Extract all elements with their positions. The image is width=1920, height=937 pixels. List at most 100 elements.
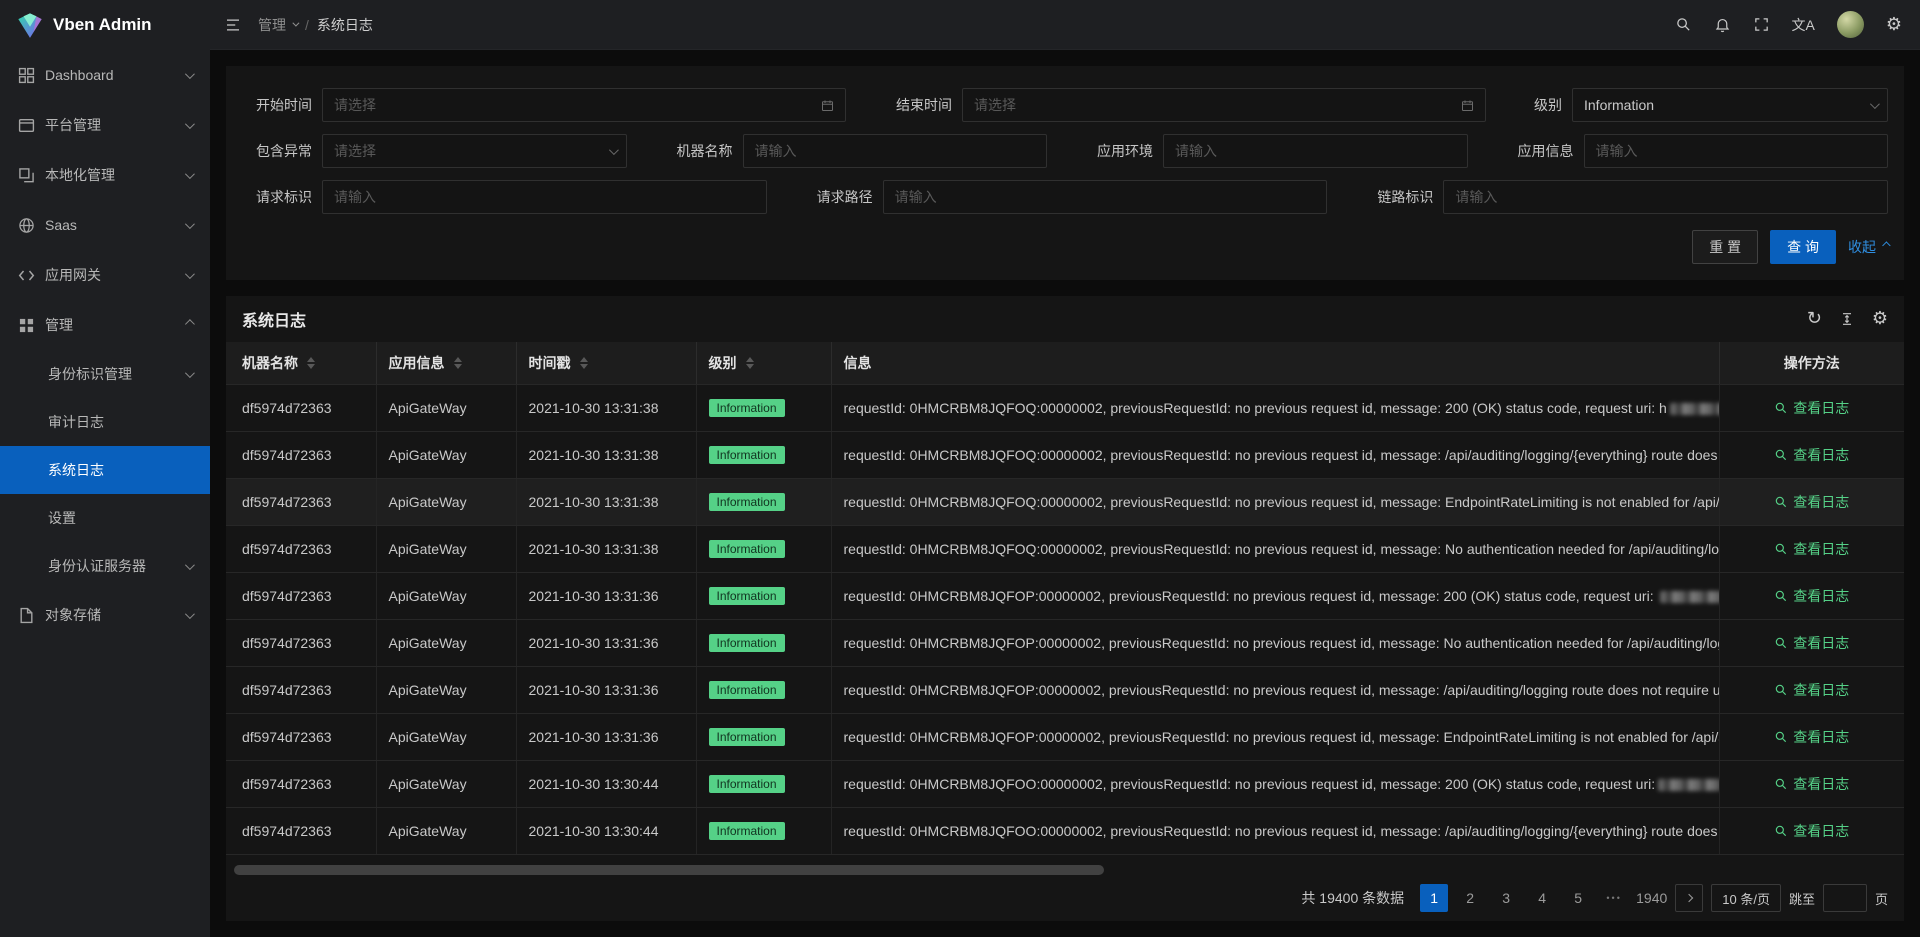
page-button-4[interactable]: 4: [1528, 884, 1556, 912]
settings-icon[interactable]: ⚙: [1872, 310, 1888, 328]
sort-icons: [746, 357, 754, 369]
request-id-input[interactable]: [322, 180, 767, 214]
search-icon[interactable]: [1675, 16, 1692, 33]
column-header-timestamp[interactable]: 时间戳: [516, 342, 696, 384]
sidebar-item-label: 身份认证服务器: [48, 556, 175, 576]
app-logo[interactable]: Vben Admin: [0, 0, 210, 50]
refresh-icon[interactable]: ↻: [1807, 310, 1822, 328]
search-button[interactable]: 查 询: [1770, 230, 1836, 264]
sidebar-item-gateway[interactable]: 应用网关: [0, 250, 210, 300]
sidebar-item-localization[interactable]: 本地化管理: [0, 150, 210, 200]
view-log-button[interactable]: 查看日志: [1774, 774, 1849, 794]
gateway-icon: [18, 267, 35, 284]
view-log-button[interactable]: 查看日志: [1774, 633, 1849, 653]
chevron-down-icon: [185, 169, 195, 179]
app-info-label: 应用信息: [1504, 141, 1574, 161]
cell-machine-name: df5974d72363: [226, 619, 376, 666]
request-path-input[interactable]: [883, 180, 1328, 214]
cell-actions: 查看日志: [1719, 619, 1904, 666]
column-header-level[interactable]: 级别: [696, 342, 831, 384]
sidebar-item-dashboard[interactable]: Dashboard: [0, 50, 210, 100]
sidebar-item-platform[interactable]: 平台管理: [0, 100, 210, 150]
has-exception-select[interactable]: 请选择: [322, 134, 627, 168]
cell-level: Information: [696, 760, 831, 807]
end-time-input[interactable]: [962, 88, 1486, 122]
cell-app-info: ApiGateWay: [376, 760, 516, 807]
next-page-button[interactable]: [1675, 884, 1703, 912]
page-ellipsis[interactable]: •••: [1600, 884, 1628, 912]
cell-message: requestId: 0HMCRBM8JQFOO:00000002, previ…: [831, 807, 1719, 854]
app-env-label: 应用环境: [1083, 141, 1153, 161]
fullscreen-icon[interactable]: [1753, 16, 1770, 33]
cell-timestamp: 2021-10-30 13:31:36: [516, 572, 696, 619]
sidebar-item-system-log[interactable]: 系统日志: [0, 446, 210, 494]
app-env-input[interactable]: [1163, 134, 1468, 168]
cell-app-info: ApiGateWay: [376, 572, 516, 619]
page-button-last[interactable]: 1940: [1636, 884, 1667, 912]
level-badge: Information: [709, 540, 785, 558]
view-log-button[interactable]: 查看日志: [1774, 445, 1849, 465]
app-info-input[interactable]: [1584, 134, 1889, 168]
has-exception-label: 包含异常: [242, 141, 312, 161]
cell-message: requestId: 0HMCRBM8JQFOP:00000002, previ…: [831, 619, 1719, 666]
jump-page-input[interactable]: [1823, 884, 1867, 912]
scrollbar-thumb[interactable]: [234, 865, 1104, 875]
page-button-1[interactable]: 1: [1420, 884, 1448, 912]
column-header-message: 信息: [831, 342, 1719, 384]
cell-actions: 查看日志: [1719, 478, 1904, 525]
column-header-machine-name[interactable]: 机器名称: [226, 342, 376, 384]
sidebar-item-object-storage[interactable]: 对象存储: [0, 590, 210, 640]
cell-app-info: ApiGateWay: [376, 384, 516, 431]
view-log-button[interactable]: 查看日志: [1774, 821, 1849, 841]
menu-fold-icon[interactable]: [224, 16, 242, 34]
cell-level: Information: [696, 431, 831, 478]
pagination-total: 共 19400 条数据: [1301, 888, 1404, 908]
cell-message: requestId: 0HMCRBM8JQFOP:00000002, previ…: [831, 572, 1719, 619]
cell-timestamp: 2021-10-30 13:31:38: [516, 431, 696, 478]
cell-level: Information: [696, 478, 831, 525]
view-log-button[interactable]: 查看日志: [1774, 727, 1849, 747]
trace-id-input[interactable]: [1443, 180, 1888, 214]
column-header-app-info[interactable]: 应用信息: [376, 342, 516, 384]
level-badge: Information: [709, 399, 785, 417]
gear-icon[interactable]: ⚙: [1886, 16, 1902, 34]
view-log-button[interactable]: 查看日志: [1774, 539, 1849, 559]
redacted-text: [1658, 779, 1719, 791]
jump-suffix-label: 页: [1875, 889, 1888, 908]
level-badge: Information: [709, 634, 785, 652]
page-button-2[interactable]: 2: [1456, 884, 1484, 912]
chevron-down-icon: [185, 560, 195, 570]
chevron-down-icon: [1870, 102, 1877, 109]
cell-message: requestId: 0HMCRBM8JQFOP:00000002, previ…: [831, 666, 1719, 713]
sidebar-item-audit-log[interactable]: 审计日志: [0, 398, 210, 446]
page-size-select[interactable]: 10 条/页: [1711, 884, 1781, 912]
sidebar-item-auth-server[interactable]: 身份认证服务器: [0, 542, 210, 590]
chevron-up-icon: [1882, 241, 1890, 249]
collapse-link[interactable]: 收起: [1848, 237, 1888, 257]
avatar[interactable]: [1837, 11, 1864, 38]
view-log-button[interactable]: 查看日志: [1774, 492, 1849, 512]
chevron-up-icon: [185, 319, 195, 329]
reset-button[interactable]: 重 置: [1692, 230, 1758, 264]
dashboard-icon: [18, 67, 35, 84]
machine-name-input[interactable]: [743, 134, 1048, 168]
start-time-input[interactable]: [322, 88, 846, 122]
view-log-button[interactable]: 查看日志: [1774, 680, 1849, 700]
sidebar-item-admin[interactable]: 管理: [0, 300, 210, 350]
level-select[interactable]: Information: [1572, 88, 1888, 122]
bell-icon[interactable]: [1714, 16, 1731, 33]
cell-actions: 查看日志: [1719, 760, 1904, 807]
breadcrumb-root[interactable]: 管理: [258, 15, 297, 35]
page-button-3[interactable]: 3: [1492, 884, 1520, 912]
sidebar-item-settings[interactable]: 设置: [0, 494, 210, 542]
cell-app-info: ApiGateWay: [376, 666, 516, 713]
chevron-down-icon: [185, 609, 195, 619]
column-height-icon[interactable]: [1839, 311, 1855, 327]
sidebar-item-identity[interactable]: 身份标识管理: [0, 350, 210, 398]
sidebar-item-saas[interactable]: Saas: [0, 200, 210, 250]
cell-message: requestId: 0HMCRBM8JQFOP:00000002, previ…: [831, 713, 1719, 760]
view-log-button[interactable]: 查看日志: [1774, 398, 1849, 418]
view-log-button[interactable]: 查看日志: [1774, 586, 1849, 606]
translate-icon[interactable]: 文A: [1792, 15, 1815, 35]
page-button-5[interactable]: 5: [1564, 884, 1592, 912]
